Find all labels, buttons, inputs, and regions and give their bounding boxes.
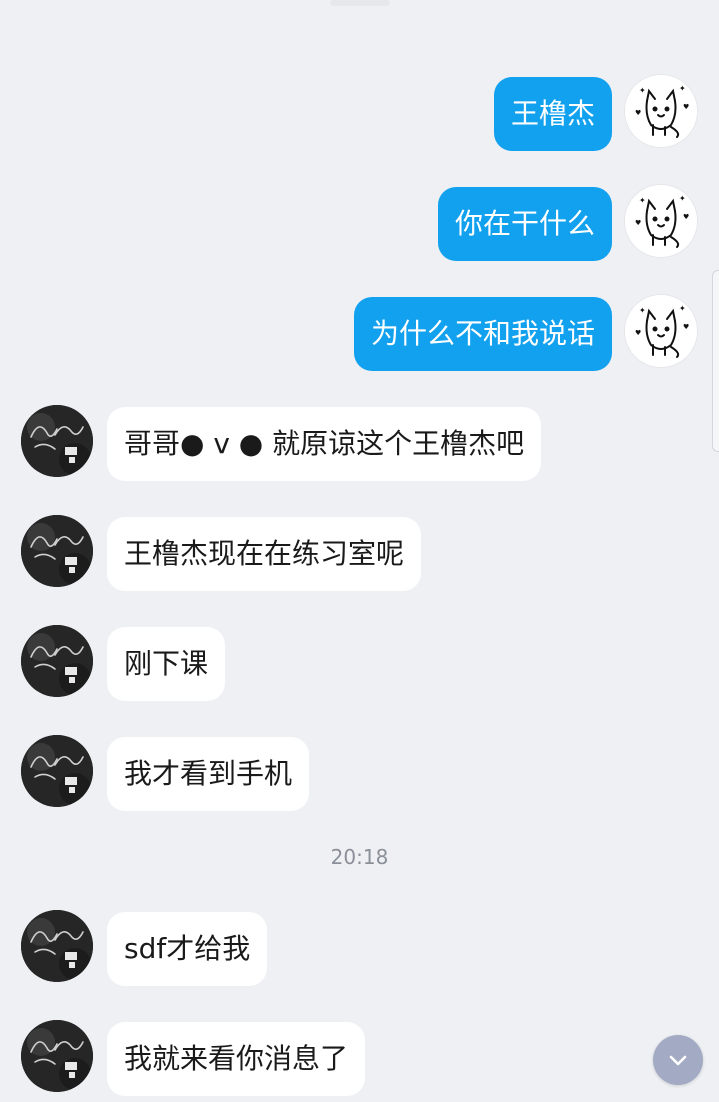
- contact-avatar[interactable]: [21, 735, 93, 807]
- contact-avatar[interactable]: [21, 625, 93, 697]
- message-bubble-outgoing[interactable]: 为什么不和我说话: [353, 297, 612, 371]
- svg-text:✦: ✦: [639, 196, 646, 205]
- contact-avatar[interactable]: [21, 405, 93, 477]
- message-row-incoming: 刚下课: [0, 625, 719, 703]
- svg-text:✦: ✦: [639, 306, 646, 315]
- dark-script-avatar-icon: [21, 515, 93, 587]
- message-bubble-incoming[interactable]: sdf才给我: [107, 912, 268, 986]
- message-bubble-incoming[interactable]: 王橹杰现在在练习室呢: [107, 517, 422, 591]
- svg-text:✦: ✦: [679, 84, 686, 93]
- svg-text:✦: ✦: [639, 86, 646, 95]
- message-row-incoming: 我才看到手机: [0, 735, 719, 813]
- svg-text:✦: ✦: [679, 304, 686, 313]
- dark-script-avatar-icon: [21, 910, 93, 982]
- svg-text:♥: ♥: [635, 329, 641, 337]
- my-avatar[interactable]: ✦ ✦ ♥ ♥: [625, 75, 697, 147]
- message-bubble-incoming[interactable]: 我才看到手机: [107, 737, 310, 811]
- side-scroll-handle[interactable]: [712, 270, 719, 452]
- top-edge-hint: [330, 0, 390, 6]
- scroll-to-bottom-button[interactable]: [653, 1035, 703, 1085]
- message-bubble-outgoing[interactable]: 你在干什么: [437, 187, 612, 261]
- cat-doodle-avatar-icon: ✦ ✦ ♥ ♥: [625, 185, 697, 257]
- chevron-down-icon: [669, 1055, 687, 1066]
- my-avatar[interactable]: ✦ ✦ ♥ ♥: [625, 295, 697, 367]
- svg-text:♥: ♥: [683, 103, 689, 111]
- contact-avatar[interactable]: [21, 1020, 93, 1092]
- message-timestamp: 20:18: [330, 845, 389, 869]
- message-row-incoming: 哥哥● v ● 就原谅这个王橹杰吧: [0, 405, 719, 483]
- message-row-incoming: 王橹杰现在在练习室呢: [0, 515, 719, 593]
- message-row-incoming: 我就来看你消息了: [0, 1020, 719, 1098]
- my-avatar[interactable]: ✦ ✦ ♥ ♥: [625, 185, 697, 257]
- cat-doodle-avatar-icon: ✦ ✦ ♥ ♥: [625, 295, 697, 367]
- contact-avatar[interactable]: [21, 515, 93, 587]
- message-row-outgoing: 你在干什么 ✦ ✦ ♥ ♥: [0, 185, 719, 263]
- message-bubble-outgoing[interactable]: 王橹杰: [493, 77, 612, 151]
- chat-thread[interactable]: 王橹杰 ✦ ✦ ♥ ♥ 你在干什么 ✦ ✦ ♥ ♥ 为什么不和我说话 ✦ ✦ ♥…: [0, 0, 719, 1102]
- message-bubble-incoming[interactable]: 我就来看你消息了: [107, 1022, 366, 1096]
- svg-text:♥: ♥: [683, 213, 689, 221]
- dark-script-avatar-icon: [21, 1020, 93, 1092]
- contact-avatar[interactable]: [21, 910, 93, 982]
- svg-text:♥: ♥: [635, 109, 641, 117]
- message-row-outgoing: 王橹杰 ✦ ✦ ♥ ♥: [0, 75, 719, 153]
- dark-script-avatar-icon: [21, 735, 93, 807]
- message-row-incoming: sdf才给我: [0, 910, 719, 988]
- dark-script-avatar-icon: [21, 405, 93, 477]
- message-bubble-incoming[interactable]: 哥哥● v ● 就原谅这个王橹杰吧: [107, 407, 542, 481]
- message-bubble-incoming[interactable]: 刚下课: [107, 627, 226, 701]
- dark-script-avatar-icon: [21, 625, 93, 697]
- svg-text:✦: ✦: [679, 194, 686, 203]
- cat-doodle-avatar-icon: ✦ ✦ ♥ ♥: [625, 75, 697, 147]
- message-row-outgoing: 为什么不和我说话 ✦ ✦ ♥ ♥: [0, 295, 719, 373]
- svg-text:♥: ♥: [683, 323, 689, 331]
- svg-text:♥: ♥: [635, 219, 641, 227]
